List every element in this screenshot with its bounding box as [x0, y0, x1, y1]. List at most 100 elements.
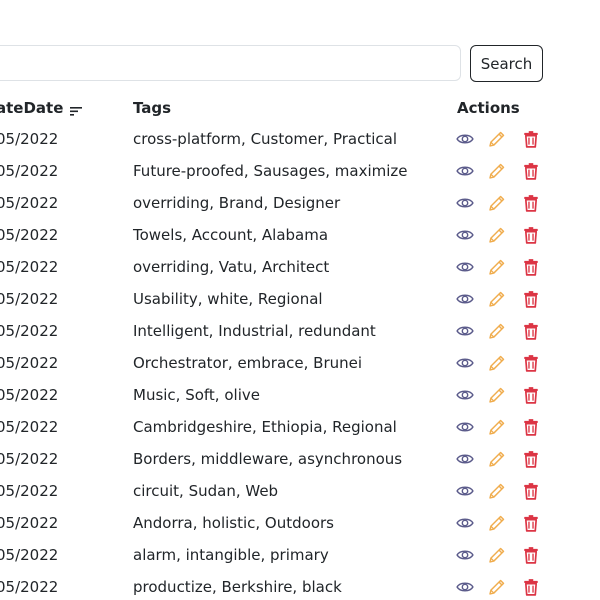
search-button[interactable]: Search: [470, 45, 543, 82]
tags-cell: Usability, white, Regional: [133, 290, 323, 308]
table-row: 05/2022 Future-proofed, Sausages, maximi…: [0, 155, 600, 187]
edit-button[interactable]: [488, 578, 506, 596]
date-cell: 05/2022: [0, 194, 59, 212]
delete-button[interactable]: [522, 386, 540, 404]
eye-icon: [456, 390, 474, 400]
pencil-icon: [489, 163, 505, 179]
trash-icon: [524, 323, 538, 340]
tags-cell: Andorra, holistic, Outdoors: [133, 514, 334, 532]
delete-button[interactable]: [522, 258, 540, 276]
trash-icon: [524, 163, 538, 180]
view-button[interactable]: [456, 290, 474, 308]
delete-button[interactable]: [522, 514, 540, 532]
view-button[interactable]: [456, 226, 474, 244]
date-cell: 05/2022: [0, 354, 59, 372]
delete-button[interactable]: [522, 578, 540, 596]
tags-cell: overriding, Brand, Designer: [133, 194, 341, 212]
view-button[interactable]: [456, 482, 474, 500]
edit-button[interactable]: [488, 226, 506, 244]
eye-icon: [456, 454, 474, 464]
column-header-date[interactable]: ateDate: [0, 98, 83, 118]
eye-icon: [456, 486, 474, 496]
eye-icon: [456, 422, 474, 432]
search-input[interactable]: [0, 45, 461, 81]
pencil-icon: [489, 195, 505, 211]
view-button[interactable]: [456, 450, 474, 468]
delete-button[interactable]: [522, 194, 540, 212]
edit-button[interactable]: [488, 514, 506, 532]
view-button[interactable]: [456, 514, 474, 532]
pencil-icon: [489, 515, 505, 531]
edit-button[interactable]: [488, 450, 506, 468]
edit-button[interactable]: [488, 354, 506, 372]
edit-button[interactable]: [488, 546, 506, 564]
pencil-icon: [489, 323, 505, 339]
edit-button[interactable]: [488, 386, 506, 404]
view-button[interactable]: [456, 386, 474, 404]
pencil-icon: [489, 291, 505, 307]
eye-icon: [456, 230, 474, 240]
view-button[interactable]: [456, 354, 474, 372]
delete-button[interactable]: [522, 162, 540, 180]
table-row: 05/2022 Cambridgeshire, Ethiopia, Region…: [0, 411, 600, 443]
date-cell: 05/2022: [0, 290, 59, 308]
delete-button[interactable]: [522, 290, 540, 308]
date-cell: 05/2022: [0, 418, 59, 436]
tags-cell: Cambridgeshire, Ethiopia, Regional: [133, 418, 397, 436]
eye-icon: [456, 166, 474, 176]
date-cell: 05/2022: [0, 130, 59, 148]
edit-button[interactable]: [488, 162, 506, 180]
pencil-icon: [489, 451, 505, 467]
table-row: 05/2022 Intelligent, Industrial, redunda…: [0, 315, 600, 347]
table-row: 05/2022 productize, Berkshire, black: [0, 571, 600, 600]
edit-button[interactable]: [488, 130, 506, 148]
delete-button[interactable]: [522, 546, 540, 564]
delete-button[interactable]: [522, 226, 540, 244]
table-row: 05/2022 Usability, white, Regional: [0, 283, 600, 315]
delete-button[interactable]: [522, 354, 540, 372]
eye-icon: [456, 198, 474, 208]
delete-button[interactable]: [522, 418, 540, 436]
date-cell: 05/2022: [0, 578, 59, 596]
edit-button[interactable]: [488, 258, 506, 276]
view-button[interactable]: [456, 578, 474, 596]
view-button[interactable]: [456, 546, 474, 564]
view-button[interactable]: [456, 162, 474, 180]
trash-icon: [524, 579, 538, 596]
date-cell: 05/2022: [0, 162, 59, 180]
sort-icon[interactable]: [69, 102, 83, 116]
delete-button[interactable]: [522, 322, 540, 340]
trash-icon: [524, 355, 538, 372]
eye-icon: [456, 582, 474, 592]
table-row: 05/2022 Orchestrator, embrace, Brunei: [0, 347, 600, 379]
view-button[interactable]: [456, 258, 474, 276]
tags-cell: overriding, Vatu, Architect: [133, 258, 330, 276]
date-cell: 05/2022: [0, 514, 59, 532]
date-cell: 05/2022: [0, 322, 59, 340]
delete-button[interactable]: [522, 482, 540, 500]
view-button[interactable]: [456, 194, 474, 212]
trash-icon: [524, 515, 538, 532]
edit-button[interactable]: [488, 418, 506, 436]
page: Search ateDate Tags Actions 05/2022 cros…: [0, 0, 600, 600]
table-row: 05/2022 Andorra, holistic, Outdoors: [0, 507, 600, 539]
column-header-tags[interactable]: Tags: [133, 98, 171, 118]
tags-cell: productize, Berkshire, black: [133, 578, 342, 596]
pencil-icon: [489, 259, 505, 275]
view-button[interactable]: [456, 322, 474, 340]
view-button[interactable]: [456, 418, 474, 436]
pencil-icon: [489, 579, 505, 595]
date-cell: 05/2022: [0, 546, 59, 564]
pencil-icon: [489, 483, 505, 499]
delete-button[interactable]: [522, 450, 540, 468]
edit-button[interactable]: [488, 290, 506, 308]
edit-button[interactable]: [488, 322, 506, 340]
table-row: 05/2022 circuit, Sudan, Web: [0, 475, 600, 507]
view-button[interactable]: [456, 130, 474, 148]
delete-button[interactable]: [522, 130, 540, 148]
edit-button[interactable]: [488, 194, 506, 212]
edit-button[interactable]: [488, 482, 506, 500]
table-row: 05/2022 cross-platform, Customer, Practi…: [0, 123, 600, 155]
date-cell: 05/2022: [0, 450, 59, 468]
trash-icon: [524, 291, 538, 308]
